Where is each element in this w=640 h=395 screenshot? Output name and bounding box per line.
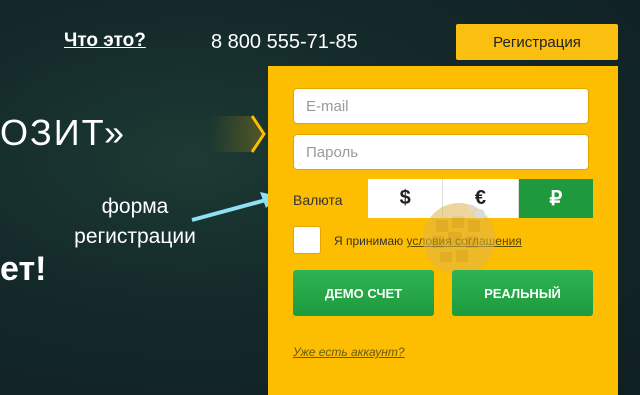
demo-account-button[interactable]: ДЕМО СЧЕТ: [293, 270, 434, 316]
hero-headline: ОЗИТ»: [0, 112, 127, 153]
currency-label: Валюта: [293, 192, 343, 208]
registration-form: Валюта $ € ₽ Я принимаю условия соглашен…: [268, 66, 618, 395]
hero-subheadline: ет!: [0, 250, 47, 288]
agree-checkbox[interactable]: [293, 226, 321, 254]
password-field[interactable]: [293, 134, 589, 170]
email-field[interactable]: [293, 88, 589, 124]
chevron-right-icon: [210, 115, 266, 153]
phone-number: 8 800 555-71-85: [211, 31, 358, 53]
currency-rub-button[interactable]: ₽: [518, 179, 593, 218]
loading-sphere-icon: [423, 203, 495, 275]
annotation-line2: регистрации: [74, 225, 196, 248]
annotation-arrow-icon: [191, 192, 278, 222]
register-button[interactable]: Регистрация: [456, 24, 618, 60]
annotation-line1: форма: [101, 195, 169, 218]
annotation-text: форма регистрации: [60, 192, 210, 252]
have-account-link[interactable]: Уже есть аккаунт?: [293, 345, 405, 359]
what-is-it-link[interactable]: Что это?: [64, 30, 146, 52]
real-account-button[interactable]: РЕАЛЬНЫЙ: [452, 270, 593, 316]
agree-prefix: Я принимаю: [334, 234, 407, 248]
